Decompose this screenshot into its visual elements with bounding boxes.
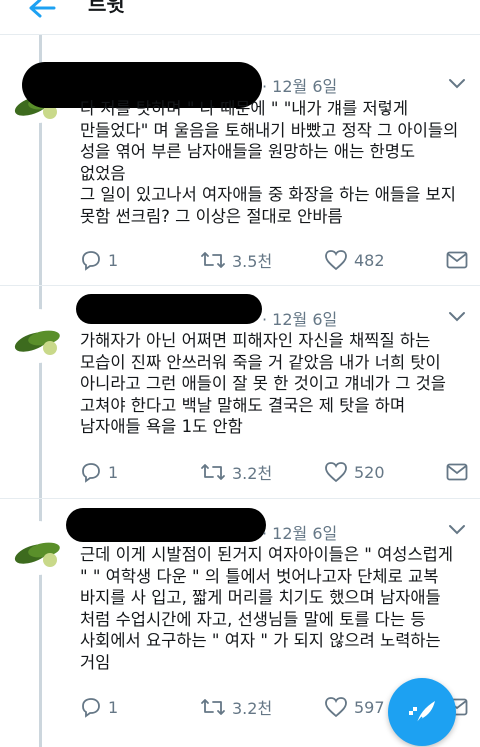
- chevron-down-icon[interactable]: [448, 311, 466, 323]
- tweet-actions: 1 3.2천 520: [0, 460, 480, 484]
- reply-icon: [82, 463, 100, 483]
- retweet-icon: [201, 699, 225, 715]
- tweet-text: 가해자가 아닌 어쩌면 피해자인 자신을 채찍질 하는 모습이 진짜 안쓰러워 …: [80, 330, 470, 438]
- tweet-text: 다 저를 탓하며 " 나 때문에 " "내가 걔를 저렇게 만들었다" 며 울음…: [80, 98, 470, 227]
- page-title: 트윗: [88, 0, 125, 16]
- like-button[interactable]: 597: [324, 695, 385, 719]
- reply-button[interactable]: 1: [80, 460, 118, 484]
- tweet-line: 성을 엮어 부른 남자애들을 원망하는 애는 한명도: [80, 142, 416, 161]
- tweet-line: 가해자가 아닌 어쩌면 피해자인 자신을 채찍질 하는: [80, 331, 431, 350]
- chevron-down-icon[interactable]: [448, 524, 466, 536]
- dm-button[interactable]: [446, 248, 468, 272]
- compose-tweet-button[interactable]: [388, 678, 456, 746]
- thread-line: [39, 570, 42, 747]
- tweet-line: 근데 이게 시발점이 된거지 여자아이들은 " 여성스럽게: [80, 545, 454, 564]
- top-bar: 트윗: [0, 0, 480, 35]
- retweet-icon: [201, 252, 225, 268]
- redacted-username: [66, 508, 266, 542]
- mail-icon: [446, 251, 468, 269]
- reply-count: 1: [108, 462, 119, 482]
- tweet-line: 모습이 진짜 안쓰러워 죽을 거 같았음 내가 너희 탓이: [80, 352, 441, 372]
- retweet-button[interactable]: 3.5천: [200, 248, 272, 272]
- reply-icon: [82, 251, 100, 271]
- tweet-line: 남자애들 욕을 1도 안함: [80, 417, 243, 436]
- reply-count: 1: [108, 697, 119, 717]
- reply-icon: [82, 698, 100, 718]
- tweet-line: 사회에서 요구하는 " 여자 " 가 되지 않으려 노력하는: [80, 631, 441, 650]
- like-count: 597: [354, 697, 385, 717]
- tweet-date[interactable]: · 12월 6일: [262, 306, 337, 330]
- heart-icon: [325, 250, 347, 271]
- thread-line: [39, 357, 42, 537]
- like-count: 520: [354, 462, 385, 482]
- reply-button[interactable]: 1: [80, 695, 118, 719]
- retweet-count: 3.2천: [232, 699, 273, 718]
- tweet-line: 그 일이 있고나서 여자애들 중 화장을 하는 애들을 보지: [80, 185, 456, 204]
- tweet-line: " " 여학생 다운 " 의 틀에서 벗어나고자 단체로 교복: [80, 566, 439, 586]
- tweet-text: 근데 이게 시발점이 된거지 여자아이들은 " 여성스럽게 " " 여학생 다운…: [80, 544, 470, 673]
- mail-icon: [446, 463, 468, 481]
- reply-count: 1: [108, 250, 119, 270]
- divider: [0, 498, 480, 499]
- reply-button[interactable]: 1: [80, 248, 118, 272]
- tweet-line: 못함 썬크림? 그 이상은 절대로 안바름: [80, 206, 343, 226]
- tweet-line: 다 저를 탓하며 " 나 때문에 " "내가 걔를 저렇게: [80, 99, 409, 118]
- dm-button[interactable]: [446, 460, 468, 484]
- tweet-line: 처럼 수업시간에 자고, 선생님들 말에 토를 다는 등: [80, 609, 426, 629]
- retweet-count: 3.2천: [232, 464, 273, 483]
- redacted-username: [76, 294, 262, 324]
- retweet-button[interactable]: 3.2천: [200, 695, 272, 719]
- tweet-line: 고쳐야 한다고 백날 말해도 결국은 제 탓을 하며: [80, 395, 406, 415]
- retweet-count: 3.5천: [232, 252, 273, 271]
- chevron-down-icon[interactable]: [448, 78, 466, 90]
- tweet-date[interactable]: · 12월 6일: [262, 73, 337, 97]
- divider: [0, 285, 480, 286]
- tweet-line: 만들었다" 며 울음을 토해내기 바빴고 정작 그 아이들의: [80, 120, 459, 140]
- tweet-date[interactable]: · 12월 6일: [262, 520, 337, 544]
- tweet-line: 거임: [80, 652, 111, 672]
- like-count: 482: [354, 250, 385, 270]
- tweet-line: 바지를 사 입고, 짧게 머리를 치기도 했으며 남자애들: [80, 588, 441, 607]
- thread-line: [39, 122, 42, 318]
- back-arrow-icon[interactable]: [26, 0, 56, 18]
- avatar[interactable]: [10, 308, 66, 364]
- avatar[interactable]: [10, 520, 66, 576]
- tweet-actions: 1 3.5천 482: [0, 248, 480, 272]
- tweet-line: 아니라고 그런 애들이 잘 못 한 것이고 걔네가 그 것을: [80, 374, 446, 393]
- tweet-line: 없었음: [80, 163, 126, 183]
- heart-icon: [325, 697, 347, 718]
- like-button[interactable]: 520: [324, 460, 385, 484]
- retweet-button[interactable]: 3.2천: [200, 460, 272, 484]
- compose-feather-icon: [409, 701, 435, 724]
- thread-line: [39, 35, 42, 65]
- like-button[interactable]: 482: [324, 248, 385, 272]
- heart-icon: [325, 462, 347, 483]
- retweet-icon: [201, 464, 225, 480]
